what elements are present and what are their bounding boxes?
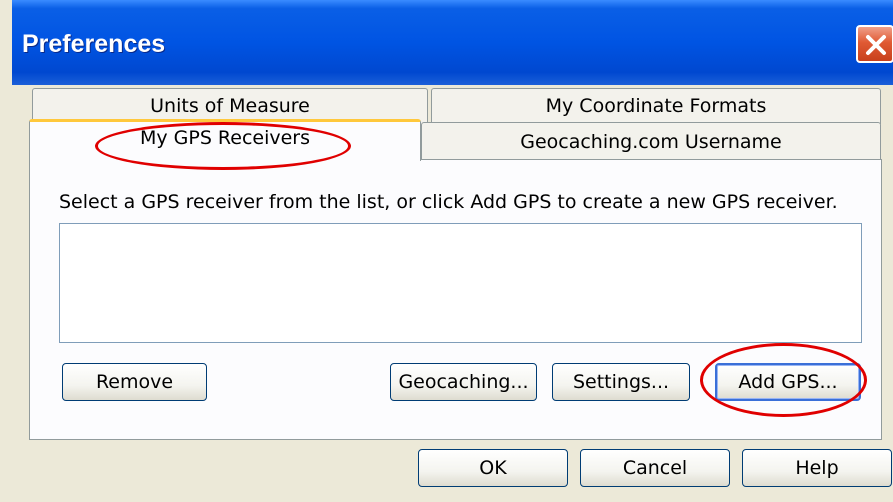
title-bar: Preferences bbox=[0, 0, 893, 85]
close-icon bbox=[866, 35, 886, 55]
tab-gps-receivers[interactable]: My GPS Receivers bbox=[29, 119, 421, 161]
cancel-button[interactable]: Cancel bbox=[580, 449, 730, 487]
geocaching-button[interactable]: Geocaching... bbox=[390, 363, 537, 401]
add-gps-button[interactable]: Add GPS... bbox=[715, 363, 861, 401]
tab-coordinate-formats[interactable]: My Coordinate Formats bbox=[431, 88, 881, 124]
tab-label: Geocaching.com Username bbox=[520, 131, 782, 153]
ok-button[interactable]: OK bbox=[418, 449, 568, 487]
gps-receiver-list[interactable] bbox=[59, 223, 862, 343]
dialog-body: Units of Measure My Coordinate Formats G… bbox=[0, 85, 893, 502]
instruction-text: Select a GPS receiver from the list, or … bbox=[59, 191, 838, 213]
tab-label: My GPS Receivers bbox=[139, 127, 311, 149]
close-button[interactable] bbox=[856, 25, 893, 63]
settings-button[interactable]: Settings... bbox=[552, 363, 690, 401]
tab-label: Units of Measure bbox=[150, 95, 310, 117]
tab-geocaching-username[interactable]: Geocaching.com Username bbox=[421, 122, 881, 159]
window-title: Preferences bbox=[22, 30, 166, 58]
tab-label: My Coordinate Formats bbox=[545, 95, 767, 117]
remove-button[interactable]: Remove bbox=[62, 363, 207, 401]
gps-receivers-panel: Select a GPS receiver from the list, or … bbox=[29, 159, 882, 440]
help-button[interactable]: Help bbox=[742, 449, 892, 487]
